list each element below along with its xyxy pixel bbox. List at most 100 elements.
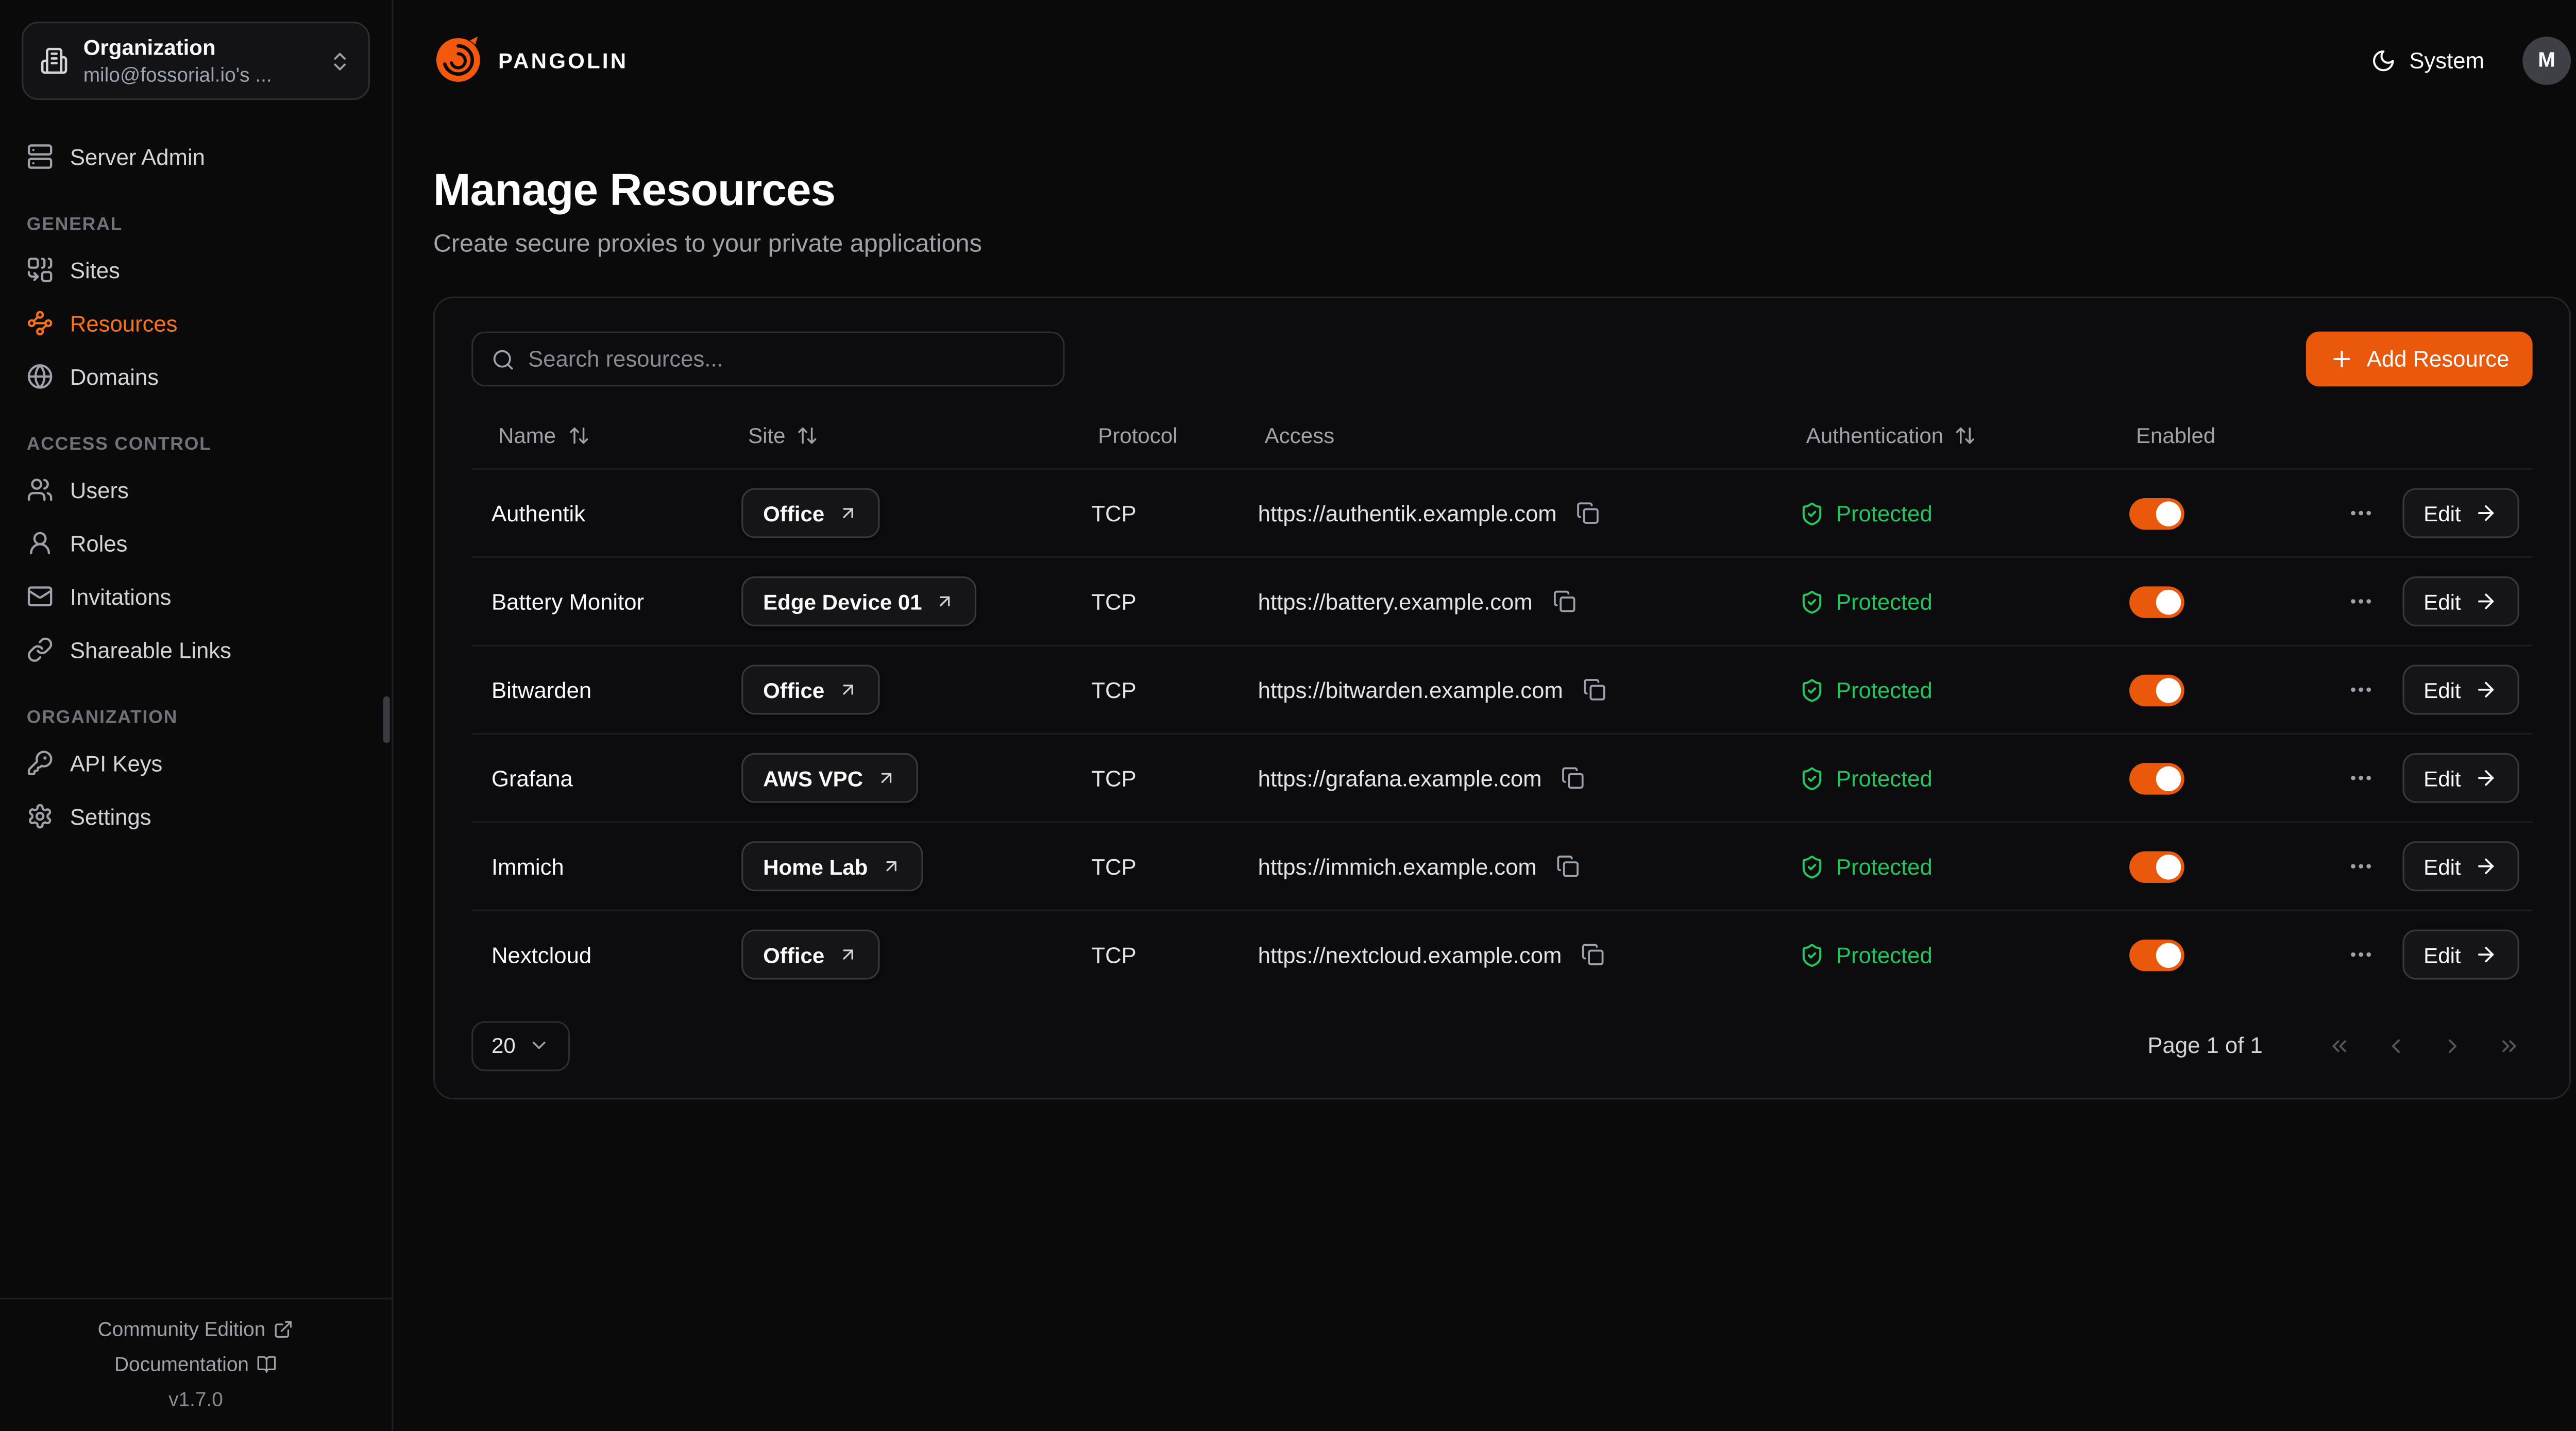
topbar: PANGOLIN System M bbox=[433, 0, 2571, 120]
site-link-button[interactable]: Office bbox=[741, 488, 879, 538]
access-url: https://authentik.example.com bbox=[1258, 501, 1557, 526]
sidebar-item-shareable-links[interactable]: Shareable Links bbox=[13, 623, 378, 676]
chevron-right-icon bbox=[2441, 1034, 2464, 1057]
page-indicator: Page 1 of 1 bbox=[2147, 1033, 2262, 1058]
edit-button[interactable]: Edit bbox=[2402, 576, 2519, 626]
cell-access: https://bitwarden.example.com bbox=[1238, 645, 1780, 734]
table-row: Nextcloud Office TCP https://nextcloud.e… bbox=[471, 910, 2532, 998]
site-name: Office bbox=[763, 677, 824, 703]
site-link-button[interactable]: Office bbox=[741, 665, 879, 714]
next-page-button[interactable] bbox=[2429, 1022, 2476, 1069]
sort-by-authentication-button[interactable]: Authentication bbox=[1806, 423, 1977, 448]
page-title: Manage Resources bbox=[433, 165, 2571, 216]
copy-url-button[interactable] bbox=[1549, 586, 1579, 616]
shield-check-icon bbox=[1800, 501, 1825, 526]
row-menu-button[interactable] bbox=[2344, 761, 2377, 795]
card-toolbar: Add Resource bbox=[471, 332, 2532, 387]
sidebar-item-roles[interactable]: Roles bbox=[13, 517, 378, 570]
cell-access: https://nextcloud.example.com bbox=[1238, 910, 1780, 998]
gear-icon bbox=[27, 803, 54, 830]
row-menu-button[interactable] bbox=[2344, 939, 2377, 972]
enabled-toggle[interactable] bbox=[2129, 850, 2184, 882]
sidebar-item-domains[interactable]: Domains bbox=[13, 350, 378, 403]
resources-card: Add Resource Name bbox=[433, 297, 2571, 1099]
enabled-toggle[interactable] bbox=[2129, 939, 2184, 970]
page-size-select[interactable]: 20 bbox=[471, 1020, 570, 1070]
sort-icon bbox=[1955, 425, 1977, 447]
site-link-button[interactable]: Office bbox=[741, 930, 879, 980]
sort-by-name-button[interactable]: Name bbox=[498, 423, 589, 448]
chevrons-left-icon bbox=[2328, 1034, 2351, 1057]
sort-by-site-button[interactable]: Site bbox=[748, 423, 819, 448]
app-root: Organization milo@fossorial.io's ... Ser… bbox=[0, 0, 2576, 1431]
search-input[interactable] bbox=[528, 347, 1045, 372]
enabled-toggle[interactable] bbox=[2129, 586, 2184, 617]
sidebar-item-resources[interactable]: Resources bbox=[13, 297, 378, 350]
chevron-down-icon bbox=[529, 1034, 551, 1056]
cell-protocol: TCP bbox=[1071, 557, 1238, 645]
edit-button[interactable]: Edit bbox=[2402, 841, 2519, 891]
combine-icon bbox=[27, 257, 54, 283]
copy-url-button[interactable] bbox=[1573, 498, 1603, 528]
previous-page-button[interactable] bbox=[2372, 1022, 2419, 1069]
documentation-link[interactable]: Documentation bbox=[114, 1353, 277, 1376]
resource-name: Authentik bbox=[492, 501, 585, 526]
theme-selector-button[interactable]: System bbox=[2371, 47, 2484, 73]
cell-name: Authentik bbox=[471, 469, 721, 557]
copy-url-button[interactable] bbox=[1580, 675, 1609, 705]
sidebar-item-server-admin[interactable]: Server Admin bbox=[13, 130, 378, 183]
arrow-up-right-icon bbox=[838, 503, 858, 523]
row-menu-button[interactable] bbox=[2344, 585, 2377, 618]
first-page-button[interactable] bbox=[2316, 1022, 2363, 1069]
enabled-toggle[interactable] bbox=[2129, 762, 2184, 794]
sidebar-item-api-keys[interactable]: API Keys bbox=[13, 736, 378, 789]
main-content: PANGOLIN System M Manage Resources Creat… bbox=[393, 0, 2576, 1431]
waypoints-icon bbox=[27, 310, 54, 337]
copy-url-button[interactable] bbox=[1579, 940, 1608, 970]
avatar[interactable]: M bbox=[2522, 36, 2571, 84]
last-page-button[interactable] bbox=[2486, 1022, 2533, 1069]
community-edition-link[interactable]: Community Edition bbox=[98, 1318, 294, 1341]
sidebar-item-invitations[interactable]: Invitations bbox=[13, 570, 378, 623]
enabled-toggle[interactable] bbox=[2129, 674, 2184, 705]
copy-url-button[interactable] bbox=[1558, 763, 1588, 793]
edit-button[interactable]: Edit bbox=[2402, 665, 2519, 714]
edit-button[interactable]: Edit bbox=[2402, 930, 2519, 980]
sidebar-item-users[interactable]: Users bbox=[13, 463, 378, 516]
community-edition-label: Community Edition bbox=[98, 1318, 266, 1341]
edit-button[interactable]: Edit bbox=[2402, 488, 2519, 538]
resource-name: Bitwarden bbox=[492, 677, 591, 703]
sidebar-item-label: Domains bbox=[70, 364, 159, 389]
arrow-right-icon bbox=[2474, 943, 2497, 966]
org-selector[interactable]: Organization milo@fossorial.io's ... bbox=[22, 22, 370, 100]
cell-authentication: Protected bbox=[1780, 910, 2109, 998]
row-menu-button[interactable] bbox=[2344, 849, 2377, 883]
arrow-up-right-icon bbox=[838, 945, 858, 965]
sidebar-scrollbar-thumb[interactable] bbox=[383, 696, 390, 743]
resource-name: Grafana bbox=[492, 765, 573, 791]
edit-button[interactable]: Edit bbox=[2402, 753, 2519, 803]
version-label: v1.7.0 bbox=[168, 1388, 223, 1411]
enabled-toggle[interactable] bbox=[2129, 497, 2184, 529]
copy-icon bbox=[1562, 766, 1585, 790]
copy-url-button[interactable] bbox=[1553, 851, 1583, 881]
sidebar-item-sites[interactable]: Sites bbox=[13, 243, 378, 296]
site-link-button[interactable]: Edge Device 01 bbox=[741, 576, 977, 626]
topbar-right: System M bbox=[2371, 36, 2571, 84]
cell-site: AWS VPC bbox=[721, 734, 1071, 822]
add-resource-button[interactable]: Add Resource bbox=[2307, 332, 2532, 387]
sidebar-item-label: Users bbox=[70, 478, 129, 503]
protocol-label: TCP bbox=[1091, 854, 1136, 879]
site-link-button[interactable]: AWS VPC bbox=[741, 753, 918, 803]
sidebar-item-label: Server Admin bbox=[70, 144, 205, 169]
link-icon bbox=[27, 636, 54, 663]
shield-check-icon bbox=[1800, 943, 1825, 968]
row-menu-button[interactable] bbox=[2344, 673, 2377, 707]
org-text: Organization milo@fossorial.io's ... bbox=[83, 35, 313, 87]
avatar-initial: M bbox=[2538, 48, 2555, 72]
edit-label: Edit bbox=[2424, 501, 2461, 526]
cell-name: Bitwarden bbox=[471, 645, 721, 734]
row-menu-button[interactable] bbox=[2344, 497, 2377, 530]
sidebar-item-settings[interactable]: Settings bbox=[13, 790, 378, 843]
site-link-button[interactable]: Home Lab bbox=[741, 841, 923, 891]
